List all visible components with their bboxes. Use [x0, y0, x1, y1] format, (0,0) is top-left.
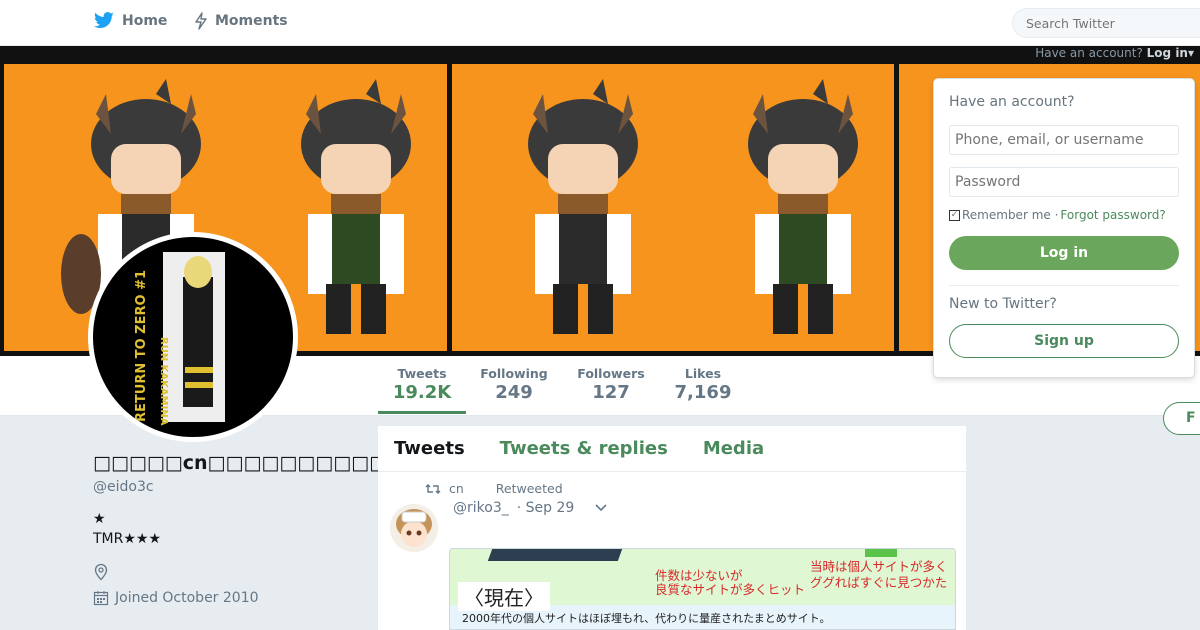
- stat-followers[interactable]: Followers 127: [575, 366, 647, 403]
- remember-checkbox[interactable]: ✓: [949, 209, 960, 221]
- search-input[interactable]: [1012, 8, 1200, 38]
- tweet-author-handle[interactable]: @riko3_: [453, 500, 509, 516]
- account-strip: Have an account? Log in▾: [1035, 46, 1200, 60]
- stat-likes[interactable]: Likes 7,169: [672, 366, 734, 403]
- profile-bio: ★: [93, 511, 106, 527]
- avatar-art: RETURN TO ZERO #1 RUN KAKAMINA: [134, 252, 225, 426]
- retweeted-label: Retweeted: [495, 481, 563, 496]
- nav-moments-label: Moments: [215, 13, 288, 29]
- chevron-down-icon[interactable]: [594, 503, 608, 513]
- tweet-timestamp[interactable]: · Sep 29: [517, 500, 575, 516]
- author-avatar-art: [390, 504, 438, 552]
- signup-button[interactable]: Sign up: [949, 324, 1179, 358]
- media-decor: [865, 549, 897, 557]
- login-dropdown: Have an account? ✓ Remember me · Forgot …: [933, 78, 1195, 378]
- stat-value: 127: [592, 382, 630, 403]
- tab-tweets[interactable]: Tweets: [394, 438, 465, 459]
- login-dropdown-toggle[interactable]: Log in▾: [1147, 46, 1194, 60]
- media-decor: [487, 549, 623, 561]
- login-button[interactable]: Log in: [949, 236, 1179, 270]
- tweet-media-image[interactable]: 〈現在〉 件数は少ないが 良質なサイトが多くヒット 当時は個人サイトが多く ググ…: [449, 548, 956, 630]
- remember-row: ✓ Remember me · Forgot password?: [949, 208, 1166, 222]
- profile-avatar[interactable]: RETURN TO ZERO #1 RUN KAKAMINA: [88, 232, 298, 442]
- signup-question: New to Twitter?: [949, 296, 1057, 312]
- media-caption: 2000年代の個人サイトはほぼ埋もれ、代わりに量産されたまとめサイト。: [462, 612, 831, 625]
- retweet-context: cn Retweeted: [425, 481, 563, 496]
- stat-value: 7,169: [674, 382, 732, 403]
- stat-tweets[interactable]: Tweets 19.2K: [378, 366, 466, 414]
- twitter-bird-icon: [94, 12, 114, 29]
- timeline: Tweets Tweets & replies Media cn Retweet…: [378, 426, 966, 630]
- retweet-icon: [425, 483, 441, 494]
- remember-label: Remember me ·: [962, 208, 1059, 222]
- nav-home[interactable]: Home: [93, 12, 167, 30]
- media-note: 当時は個人サイトが多く ググればすぐに見つかた: [810, 559, 948, 590]
- media-heading: 〈現在〉: [458, 582, 550, 611]
- stat-value: 249: [495, 382, 533, 403]
- divider: [949, 285, 1179, 286]
- stat-label: Tweets: [397, 366, 447, 381]
- profile-name: □□□□□cn□□□□□□□□□□□: [93, 452, 406, 474]
- password-input[interactable]: [949, 167, 1179, 197]
- nav-home-label: Home: [122, 13, 168, 29]
- avatar-caption-left: RETURN TO ZERO #1: [134, 270, 149, 422]
- media-note: 件数は少ないが 良質なサイトが多くヒット: [655, 568, 806, 597]
- lightning-icon: [195, 12, 207, 30]
- banner-character-image: [528, 79, 858, 334]
- login-question: Have an account?: [949, 94, 1075, 110]
- profile-handle[interactable]: @eido3c: [93, 479, 154, 495]
- account-prompt: Have an account?: [1035, 46, 1143, 60]
- nav-moments[interactable]: Moments: [194, 12, 288, 30]
- top-nav: Home Moments: [0, 0, 1200, 46]
- stat-following[interactable]: Following 249: [478, 366, 550, 403]
- location-pin-icon: [94, 563, 108, 581]
- tweet-header: @riko3_ · Sep 29: [453, 500, 608, 516]
- location-row: [93, 563, 109, 585]
- tab-media[interactable]: Media: [703, 438, 764, 459]
- timeline-tabs: Tweets Tweets & replies Media: [378, 426, 966, 472]
- stat-label: Following: [480, 366, 548, 381]
- banner-panel: [452, 64, 894, 351]
- follow-button[interactable]: F: [1163, 402, 1200, 435]
- joined-row: Joined October 2010: [93, 590, 259, 606]
- avatar-caption-right: RUN KAKAMINA: [158, 337, 169, 426]
- profile-bio: TMR★★★: [93, 531, 162, 547]
- retweeter-name[interactable]: cn: [449, 481, 464, 496]
- stat-value: 19.2K: [392, 382, 452, 403]
- forgot-password-link[interactable]: Forgot password?: [1060, 208, 1165, 222]
- tweet-author-avatar[interactable]: [390, 504, 438, 552]
- stat-label: Likes: [684, 366, 722, 381]
- tab-tweets-replies[interactable]: Tweets & replies: [500, 438, 668, 459]
- joined-date: Joined October 2010: [115, 590, 259, 606]
- stat-label: Followers: [577, 366, 645, 381]
- calendar-icon: [93, 591, 109, 606]
- username-input[interactable]: [949, 125, 1179, 155]
- avatar-image: RETURN TO ZERO #1 RUN KAKAMINA: [93, 237, 293, 437]
